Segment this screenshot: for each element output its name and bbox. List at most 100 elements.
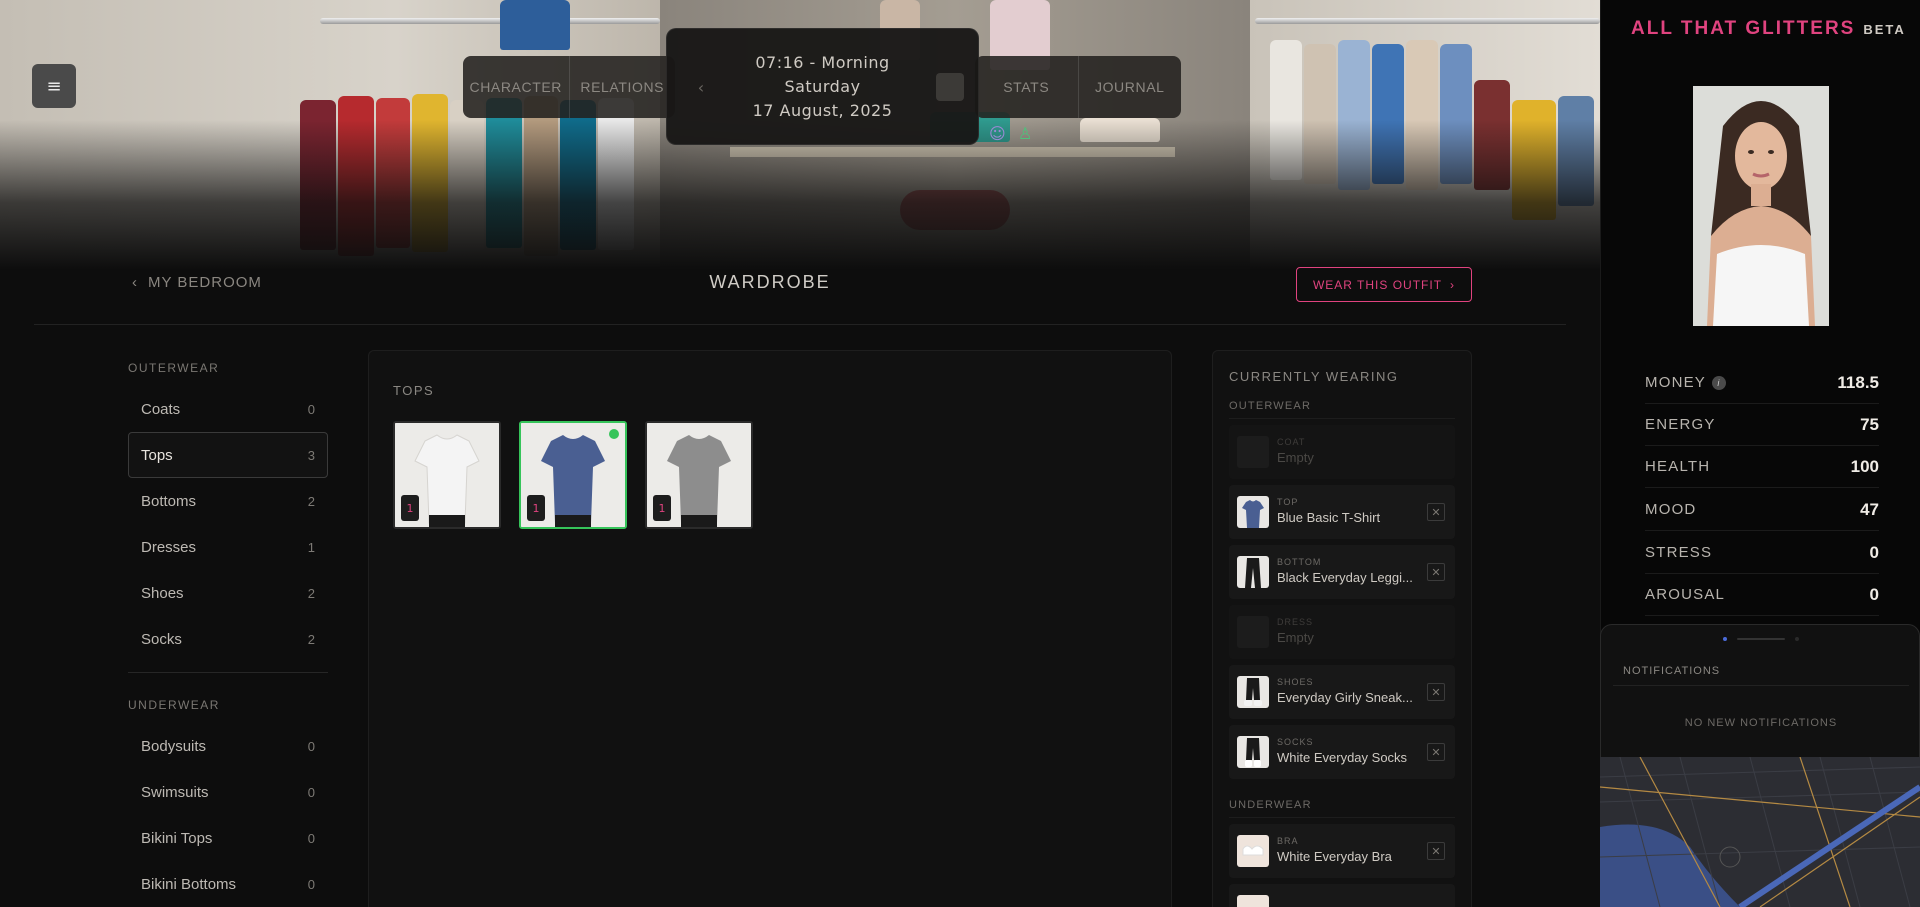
character-portrait[interactable] [1693,86,1829,326]
tab-journal[interactable]: JOURNAL [1079,56,1182,118]
category-label: Tops [141,446,173,464]
time-of-day: 07:16 - Morning [755,53,890,72]
stat-energy: ENERGY 75 [1645,404,1879,446]
wear-slot-bottom[interactable]: BOTTOM Black Everyday Leggi... ✕ [1229,545,1455,599]
remove-item-button[interactable]: ✕ [1427,563,1445,581]
category-coats[interactable]: Coats 0 [128,386,328,432]
category-bikini-bottoms[interactable]: Bikini Bottoms 0 [128,861,328,907]
stat-money: MONEY i 118.5 [1645,362,1879,404]
slot-kind: TOP [1277,497,1299,507]
category-dresses[interactable]: Dresses 1 [128,524,328,570]
page-title: WARDROBE [709,272,831,292]
category-label: Shoes [141,584,184,602]
dress-icon[interactable]: ♙ [1018,124,1032,143]
close-icon: ✕ [1431,505,1441,519]
category-shoes[interactable]: Shoes 2 [128,570,328,616]
tab-character[interactable]: CHARACTER [463,56,569,118]
wear-slot-shoes[interactable]: SHOES Everyday Girly Sneak... ✕ [1229,665,1455,719]
wear-slot-top[interactable]: TOP Blue Basic T-Shirt ✕ [1229,485,1455,539]
category-count: 0 [307,830,315,846]
clothing-item-card[interactable]: 1 [645,421,753,529]
notifications-title: NOTIFICATIONS [1623,665,1721,677]
category-count: 0 [307,784,315,800]
clothes-rod-left [320,18,660,24]
slot-thumbnail [1237,895,1269,907]
currently-wearing-title: CURRENTLY WEARING [1229,369,1399,384]
category-label: Dresses [141,538,197,556]
slot-thumbnail [1237,835,1269,867]
clothing-item-card[interactable]: 1 [393,421,501,529]
stat-label: HEALTH [1645,458,1711,475]
slot-kind: DRESS [1277,617,1314,627]
remove-item-button[interactable]: ✕ [1427,503,1445,521]
previous-day-button[interactable]: ‹ [687,73,715,101]
wear-slot-socks[interactable]: SOCKS White Everyday Socks ✕ [1229,725,1455,779]
items-section-label: TOPS [393,383,435,398]
category-bodysuits[interactable]: Bodysuits 0 [128,723,328,769]
ghost-icon[interactable]: ☺ [989,124,1006,143]
chevron-left-icon: ‹ [697,77,705,97]
wear-slot-dress[interactable]: DRESS Empty [1229,605,1455,659]
slot-thumbnail [1237,436,1269,468]
hamburger-icon: ≡ [46,75,62,97]
wear-slot-panties[interactable]: PANTIES [1229,884,1455,907]
tab-stats[interactable]: STATS [975,56,1078,118]
slot-thumbnail [1237,736,1269,768]
phone-sensor-dot [1795,637,1799,641]
character-portrait-image [1693,86,1829,326]
slot-kind: BRA [1277,836,1299,846]
info-icon[interactable]: i [1712,375,1727,390]
date-time-panel: ‹ 07:16 - Morning Saturday 17 August, 20… [666,28,979,145]
section-label-underwear: UNDERWEAR [128,698,220,712]
menu-button[interactable]: ≡ [32,64,76,108]
stat-stress: STRESS 0 [1645,532,1879,574]
chevron-right-icon: › [1450,277,1456,292]
remove-item-button[interactable]: ✕ [1427,743,1445,761]
stat-label: ENERGY [1645,416,1716,433]
close-icon: ✕ [1431,565,1441,579]
top-nav-left: CHARACTER RELATIONS [463,56,675,118]
wear-this-outfit-button[interactable]: WEAR THIS OUTFIT › [1296,267,1472,302]
category-bikini-tops[interactable]: Bikini Tops 0 [128,815,328,861]
stat-label: STRESS [1645,544,1713,561]
next-day-button[interactable] [936,73,964,101]
phone-camera-dot [1723,637,1727,641]
slot-item-name: Blue Basic T-Shirt [1277,510,1381,525]
category-tops[interactable]: Tops 3 [128,432,328,478]
back-link-label: MY BEDROOM [148,274,262,291]
remove-item-button[interactable]: ✕ [1427,683,1445,701]
category-socks[interactable]: Socks 2 [128,616,328,662]
category-count: 0 [307,401,315,417]
wear-slot-bra[interactable]: BRA White Everyday Bra ✕ [1229,824,1455,878]
clothing-item-card[interactable]: 1 [519,421,627,529]
wearing-section-underwear: UNDERWEAR [1229,799,1455,818]
category-swimsuits[interactable]: Swimsuits 0 [128,769,328,815]
phone-notifications-widget[interactable]: NOTIFICATIONS NO NEW NOTIFICATIONS [1600,624,1920,759]
slot-kind: BOTTOM [1277,557,1322,567]
calendar-date: 17 August, 2025 [752,101,893,120]
item-quantity-badge: 1 [653,495,671,521]
category-sidebar: OUTERWEAR Coats 0 Tops 3 Bottoms 2 Dresses 1… [128,350,328,907]
city-minimap[interactable] [1600,757,1920,907]
category-count: 2 [307,585,315,601]
stat-arousal: AROUSAL 0 [1645,574,1879,616]
slot-thumbnail [1237,616,1269,648]
garment [500,0,570,50]
currently-wearing-panel: CURRENTLY WEARING OUTERWEAR COAT Empty TO… [1212,350,1472,907]
close-icon: ✕ [1431,844,1441,858]
remove-item-button[interactable]: ✕ [1427,842,1445,860]
category-count: 0 [307,738,315,754]
back-to-bedroom-link[interactable]: ‹ MY BEDROOM [132,274,262,291]
category-count: 2 [307,631,315,647]
selected-indicator [609,429,619,439]
clothes-rod-right [1255,18,1600,24]
category-bottoms[interactable]: Bottoms 2 [128,478,328,524]
category-label: Bikini Tops [141,829,213,847]
category-label: Bottoms [141,492,197,510]
wear-slot-coat[interactable]: COAT Empty [1229,425,1455,479]
tab-relations[interactable]: RELATIONS [570,56,676,118]
stat-mood: MOOD 47 [1645,489,1879,531]
slot-item-name: Everyday Girly Sneak... [1277,690,1413,705]
phone-notch [1737,638,1785,640]
category-count: 3 [307,447,315,463]
